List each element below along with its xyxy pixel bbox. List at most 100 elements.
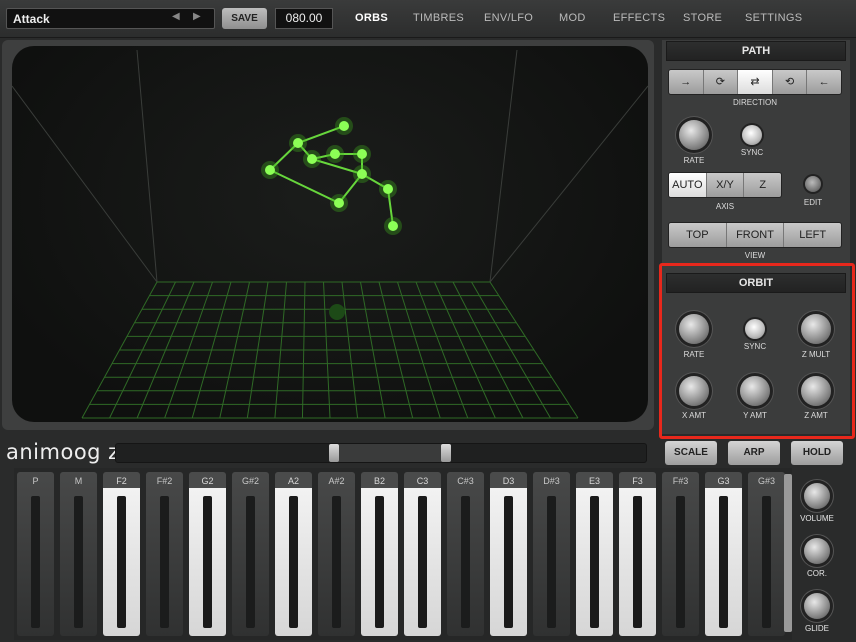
- key-ribbon-strip: [633, 496, 642, 628]
- key-ribbon-strip: [31, 496, 40, 628]
- view-front-option[interactable]: FRONT: [727, 223, 785, 247]
- orb-node: [339, 121, 349, 131]
- key-label: F#3: [672, 476, 689, 486]
- path-section-title: PATH: [666, 41, 846, 61]
- direction-selector[interactable]: → ⟳ ⇄ ⟲ ←: [668, 69, 842, 95]
- key-label: G#3: [757, 476, 775, 486]
- key-label: A2: [287, 476, 299, 486]
- glide-knob[interactable]: [804, 593, 830, 619]
- orb-node: [388, 221, 398, 231]
- orb-node: [307, 154, 317, 164]
- direction-loop-forward-option[interactable]: ⟳: [704, 70, 739, 94]
- direction-backward-option[interactable]: ←: [807, 70, 841, 94]
- bpm-field[interactable]: 080.00: [275, 8, 333, 29]
- orb-node: [383, 184, 393, 194]
- direction-pingpong-option[interactable]: ⇄: [738, 70, 773, 94]
- key-ribbon-strip: [74, 496, 83, 628]
- key-label: C#3: [457, 476, 474, 486]
- tab-timbres[interactable]: TIMBRES: [413, 12, 464, 24]
- keyboard-key[interactable]: B2: [361, 472, 398, 636]
- direction-label: DIRECTION: [733, 98, 777, 107]
- keyboard-key[interactable]: F#2: [146, 472, 183, 636]
- key-label: F3: [632, 476, 643, 486]
- path-rate-knob[interactable]: [679, 120, 709, 150]
- key-label: F#2: [156, 476, 173, 486]
- room-wireframe: [12, 49, 648, 283]
- view-left-option[interactable]: LEFT: [784, 223, 841, 247]
- tab-effects[interactable]: EFFECTS: [613, 12, 665, 24]
- path-sync-button[interactable]: [742, 125, 762, 145]
- floor-grid: [81, 281, 579, 419]
- preset-name-field[interactable]: Attack: [6, 8, 215, 29]
- key-ribbon-strip: [203, 496, 212, 628]
- keyboard-key[interactable]: P: [17, 472, 54, 636]
- key-label: G#2: [241, 476, 259, 486]
- tab-store[interactable]: STORE: [683, 12, 722, 24]
- volume-label: VOLUME: [800, 514, 834, 523]
- tab-mod[interactable]: MOD: [559, 12, 586, 24]
- hold-button[interactable]: HOLD: [791, 441, 843, 465]
- key-ribbon-strip: [504, 496, 513, 628]
- keyboard-key[interactable]: F#3: [662, 472, 699, 636]
- save-button[interactable]: SAVE: [222, 8, 267, 29]
- orb-display[interactable]: [12, 46, 648, 422]
- key-ribbon-strip: [547, 496, 556, 628]
- cor-label: COR.: [807, 569, 827, 578]
- key-ribbon-strip: [289, 496, 298, 628]
- range-left-handle[interactable]: [329, 444, 339, 462]
- keyboard-key[interactable]: G#2: [232, 472, 269, 636]
- keyboard-key[interactable]: D#3: [533, 472, 570, 636]
- orb-3d-view: [12, 49, 648, 419]
- keyboard-key[interactable]: G3: [705, 472, 742, 636]
- key-ribbon-strip: [160, 496, 169, 628]
- key-label: A#2: [328, 476, 345, 486]
- key-ribbon-strip: [461, 496, 470, 628]
- key-ribbon-strip: [117, 496, 126, 628]
- orb-node: [357, 169, 367, 179]
- keyboard-key[interactable]: A#2: [318, 472, 355, 636]
- view-top-option[interactable]: TOP: [669, 223, 727, 247]
- key-label: G2: [201, 476, 214, 486]
- axis-auto-option[interactable]: AUTO: [669, 173, 707, 197]
- keyboard-key[interactable]: E3: [576, 472, 613, 636]
- orb-shadow: [329, 304, 345, 320]
- key-label: D3: [502, 476, 515, 486]
- keyboard-key[interactable]: F3: [619, 472, 656, 636]
- orbit-section-highlight: [659, 263, 855, 439]
- axis-selector[interactable]: AUTO X/Y Z: [668, 172, 782, 198]
- arp-button[interactable]: ARP: [728, 441, 780, 465]
- key-label: E3: [588, 476, 600, 486]
- key-ribbon-strip: [375, 496, 384, 628]
- key-label: B2: [373, 476, 385, 486]
- keyboard-scroll-strip[interactable]: [784, 474, 792, 632]
- view-selector[interactable]: TOP FRONT LEFT: [668, 222, 842, 248]
- scale-button[interactable]: SCALE: [665, 441, 717, 465]
- next-preset-arrow-icon[interactable]: ▶: [193, 11, 201, 22]
- keyboard-key[interactable]: M: [60, 472, 97, 636]
- direction-loop-backward-option[interactable]: ⟲: [773, 70, 808, 94]
- key-label: M: [74, 476, 83, 486]
- path-edit-button[interactable]: [805, 176, 821, 192]
- axis-xy-option[interactable]: X/Y: [707, 173, 745, 197]
- keyboard-key[interactable]: F2: [103, 472, 140, 636]
- volume-knob[interactable]: [804, 483, 830, 509]
- key-ribbon-strip: [246, 496, 255, 628]
- axis-z-option[interactable]: Z: [744, 173, 781, 197]
- keyboard-range-window: [333, 444, 448, 462]
- path-edit-label: EDIT: [803, 198, 823, 207]
- keyboard-key[interactable]: D3: [490, 472, 527, 636]
- keyboard-key[interactable]: G#3: [748, 472, 785, 636]
- tab-settings[interactable]: SETTINGS: [745, 12, 802, 24]
- key-label: F2: [116, 476, 127, 486]
- previous-preset-arrow-icon[interactable]: ◀: [172, 11, 180, 22]
- range-right-handle[interactable]: [441, 444, 451, 462]
- cor-knob[interactable]: [804, 538, 830, 564]
- key-ribbon-strip: [418, 496, 427, 628]
- keyboard-key[interactable]: C#3: [447, 472, 484, 636]
- keyboard-key[interactable]: A2: [275, 472, 312, 636]
- keyboard-key[interactable]: C3: [404, 472, 441, 636]
- tab-env-lfo[interactable]: ENV/LFO: [484, 12, 533, 24]
- direction-forward-option[interactable]: →: [669, 70, 704, 94]
- tab-orbs[interactable]: ORBS: [355, 12, 388, 24]
- keyboard-key[interactable]: G2: [189, 472, 226, 636]
